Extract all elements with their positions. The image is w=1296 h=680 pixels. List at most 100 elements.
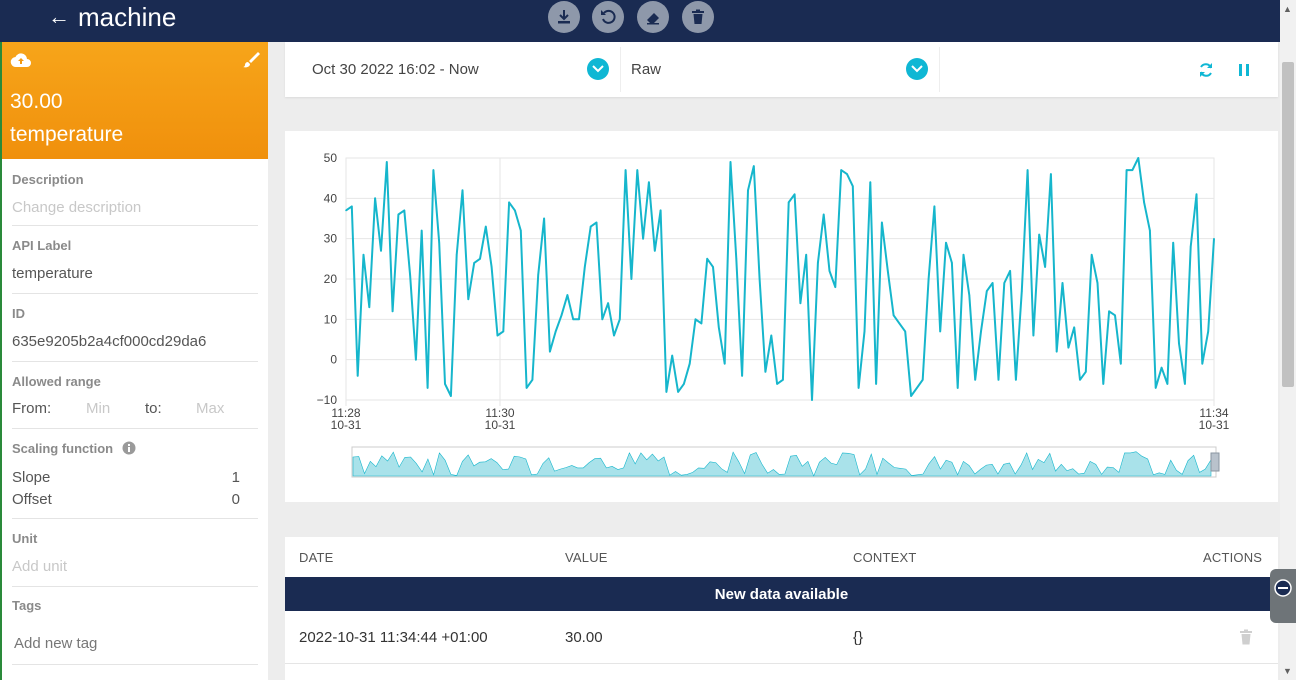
refresh-icon[interactable] — [1198, 62, 1214, 78]
data-point — [1166, 383, 1169, 385]
data-point — [636, 169, 639, 171]
data-point — [595, 221, 598, 224]
line-chart[interactable]: 50 40 30 20 10 0 −10 11:2810-3111:3010-3111:34… — [285, 131, 1278, 502]
chart-grid — [345, 157, 1215, 406]
range-navigator[interactable] — [351, 446, 1220, 478]
filter-bar: Oct 30 2022 16:02 - Now Raw — [285, 42, 1278, 97]
slope-value[interactable]: 1 — [232, 469, 240, 486]
pause-icon[interactable] — [1237, 63, 1251, 77]
data-point — [729, 161, 732, 163]
data-point — [951, 262, 953, 264]
data-point — [671, 354, 673, 357]
data-point — [665, 391, 668, 393]
column-header-value[interactable]: VALUE — [565, 550, 608, 565]
data-point — [706, 258, 708, 260]
data-point — [502, 330, 505, 333]
aggregation-dropdown-button[interactable] — [906, 58, 928, 80]
data-point — [1026, 169, 1029, 171]
allowed-range-field: Allowed range From: Min to: Max — [12, 362, 258, 429]
data-point — [805, 254, 807, 256]
divider — [620, 47, 621, 92]
data-point — [840, 169, 842, 171]
clear-button[interactable] — [637, 1, 669, 33]
data-point — [857, 387, 860, 389]
min-input[interactable]: Min — [86, 400, 110, 417]
data-point — [1213, 237, 1215, 240]
unit-input[interactable]: Add unit — [12, 558, 67, 575]
data-point — [688, 362, 691, 365]
data-point — [787, 201, 790, 204]
data-point — [1172, 241, 1174, 244]
y-tick-label: −10 — [317, 393, 338, 407]
id-label: ID — [12, 306, 25, 321]
eraser-icon — [647, 13, 659, 25]
download-button[interactable] — [548, 1, 580, 33]
undo-icon — [601, 9, 616, 24]
add-tag-input[interactable]: Add new tag — [14, 635, 97, 652]
delete-button[interactable] — [682, 1, 714, 33]
values-table: DATE VALUE CONTEXT ACTIONS New data avai… — [285, 537, 1278, 680]
scroll-up-icon[interactable]: ▲ — [1283, 4, 1292, 14]
description-input[interactable]: Change description — [12, 199, 141, 216]
data-point — [1015, 379, 1017, 381]
data-point — [846, 173, 848, 175]
data-point — [683, 383, 685, 385]
side-panel-handle[interactable] — [1270, 569, 1296, 623]
y-axis-ticks: 50 40 30 20 10 0 −10 — [317, 151, 338, 407]
id-value: 635e9205b2a4cf000cd29da6 — [12, 333, 207, 350]
back-button[interactable]: ← machine — [48, 4, 176, 32]
data-point — [368, 306, 371, 308]
data-point — [1003, 282, 1006, 284]
edit-brush-icon[interactable] — [242, 51, 260, 69]
data-point — [1096, 282, 1099, 284]
info-icon[interactable] — [122, 441, 136, 455]
data-point — [1137, 157, 1140, 159]
data-point — [479, 258, 481, 260]
new-data-banner[interactable]: New data available — [285, 577, 1278, 611]
data-point — [1178, 342, 1180, 345]
trash-icon[interactable] — [1239, 629, 1253, 645]
navigator-handle[interactable] — [1210, 452, 1220, 472]
row-value[interactable]: 30.00 — [565, 629, 603, 646]
column-header-context[interactable]: CONTEXT — [853, 550, 917, 565]
data-point — [554, 330, 557, 333]
data-point — [455, 254, 458, 256]
data-point — [945, 241, 947, 244]
data-point — [566, 294, 569, 296]
data-point — [426, 387, 429, 389]
undo-button[interactable] — [592, 1, 624, 33]
data-point — [910, 395, 912, 397]
unit-field: Unit Add unit — [12, 519, 258, 587]
data-point — [1160, 366, 1163, 369]
data-point — [933, 205, 936, 208]
variable-name[interactable]: temperature — [10, 123, 123, 147]
max-input[interactable]: Max — [196, 400, 224, 417]
cloud-upload-icon[interactable] — [10, 52, 32, 68]
date-range-dropdown-button[interactable] — [587, 58, 609, 80]
data-point — [1143, 201, 1145, 204]
scroll-down-icon[interactable]: ▼ — [1283, 666, 1292, 676]
id-field: ID 635e9205b2a4cf000cd29da6 — [12, 294, 258, 362]
data-point — [811, 399, 813, 401]
data-point — [776, 383, 778, 385]
row-context[interactable]: {} — [853, 629, 863, 646]
description-label: Description — [12, 172, 84, 187]
x-tick-label: 10-31 — [1199, 418, 1230, 432]
aggregation-select[interactable]: Raw — [631, 42, 661, 97]
data-point — [747, 189, 749, 192]
divider — [939, 47, 940, 92]
data-point — [1189, 245, 1192, 248]
data-point — [1184, 383, 1186, 385]
aggregation-value: Raw — [631, 61, 662, 78]
column-header-date[interactable]: DATE — [299, 550, 334, 565]
offset-value[interactable]: 0 — [232, 491, 240, 508]
data-point — [1061, 282, 1064, 284]
data-point — [962, 254, 965, 256]
data-point — [1050, 173, 1052, 175]
scrollbar-thumb[interactable] — [1282, 62, 1294, 387]
data-point — [1149, 229, 1151, 232]
date-range-select[interactable]: Oct 30 2022 16:02 - Now — [312, 42, 479, 97]
api-label-input[interactable]: temperature — [12, 265, 93, 282]
from-label: From: — [12, 400, 52, 417]
data-point — [764, 371, 767, 373]
